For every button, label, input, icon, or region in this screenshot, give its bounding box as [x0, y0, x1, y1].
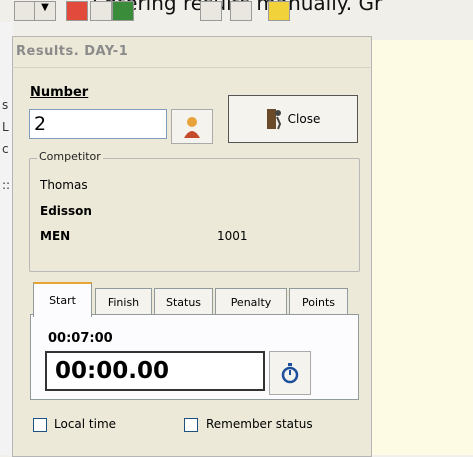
competitor-bib: 1001: [217, 229, 248, 243]
stub-char: L: [2, 120, 9, 134]
toolbar-icon-mail[interactable]: [90, 1, 112, 21]
person-icon: [184, 116, 200, 138]
close-button[interactable]: Close: [228, 95, 358, 143]
toolbar-icon-doc2[interactable]: [230, 1, 252, 21]
number-input[interactable]: [29, 109, 167, 139]
dialog-title: Results. DAY-1: [16, 44, 129, 59]
toolbar-icon-green[interactable]: [112, 1, 134, 21]
local-time-checkbox[interactable]: [33, 418, 47, 432]
competitor-class: MEN: [40, 229, 71, 243]
tab-label: Status: [165, 295, 202, 309]
tab-label: Start: [49, 294, 76, 307]
local-time-label: Local time: [54, 417, 117, 431]
stub-char: c: [2, 142, 9, 156]
select-competitor-button[interactable]: [171, 109, 213, 144]
door-exit-icon: [266, 109, 281, 130]
competitor-last-name: Edisson: [40, 204, 92, 218]
time-value: 00:00.00: [55, 358, 169, 384]
toolbar-icon-doc[interactable]: [200, 1, 222, 21]
tab-status[interactable]: Status: [154, 288, 213, 315]
stub-char: s: [2, 98, 9, 112]
tab-penalty[interactable]: Penalty: [215, 288, 287, 315]
number-label: Number: [30, 85, 88, 100]
time-input[interactable]: 00:00.00: [45, 351, 265, 391]
timer-button[interactable]: [269, 351, 311, 395]
number-label-text: Number: [30, 85, 89, 100]
toolbar-dropdown[interactable]: [14, 1, 36, 21]
competitor-legend: Competitor: [37, 150, 103, 163]
remember-status-checkbox[interactable]: [184, 418, 198, 432]
close-label: Close: [287, 112, 321, 126]
toolbar-icon-red[interactable]: [66, 1, 88, 21]
toolbar: ▼: [0, 0, 473, 22]
stub-char: ::: [2, 178, 11, 192]
stopwatch-icon: [281, 363, 299, 384]
tab-label: Finish: [107, 295, 140, 309]
results-panel: [370, 40, 473, 455]
title-divider: [12, 67, 370, 68]
tab-points[interactable]: Points: [289, 288, 348, 315]
start-time-label: 00:07:00: [48, 331, 113, 346]
tab-label: Penalty: [230, 295, 272, 309]
tab-start[interactable]: Start: [33, 282, 92, 317]
remember-status-label: Remember status: [206, 417, 313, 431]
tab-finish[interactable]: Finish: [95, 288, 152, 315]
tab-label: Points: [301, 295, 336, 309]
competitor-first-name: Thomas: [40, 178, 88, 192]
chevron-down-icon[interactable]: ▼: [34, 1, 56, 21]
toolbar-icon-yellow[interactable]: [268, 1, 290, 21]
